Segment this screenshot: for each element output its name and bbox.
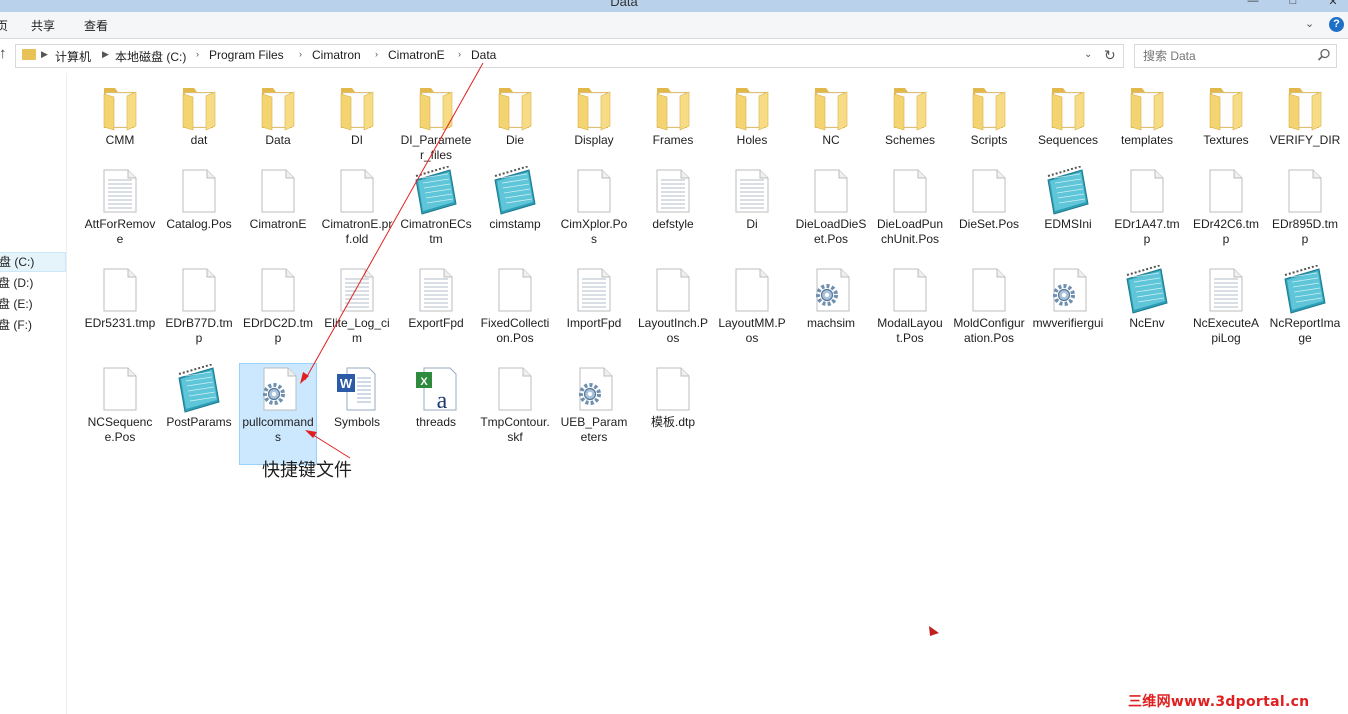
annotation-arrow-line <box>304 62 484 381</box>
watermark: 三维网www.3dportal.cn <box>1128 694 1310 710</box>
annotation-label: 快捷键文件 <box>262 460 352 480</box>
annotation-arrow-line <box>309 432 351 459</box>
annotation-arrows <box>300 62 939 636</box>
mouse-cursor-icon <box>929 626 939 636</box>
annotation-arrowhead <box>300 372 309 384</box>
